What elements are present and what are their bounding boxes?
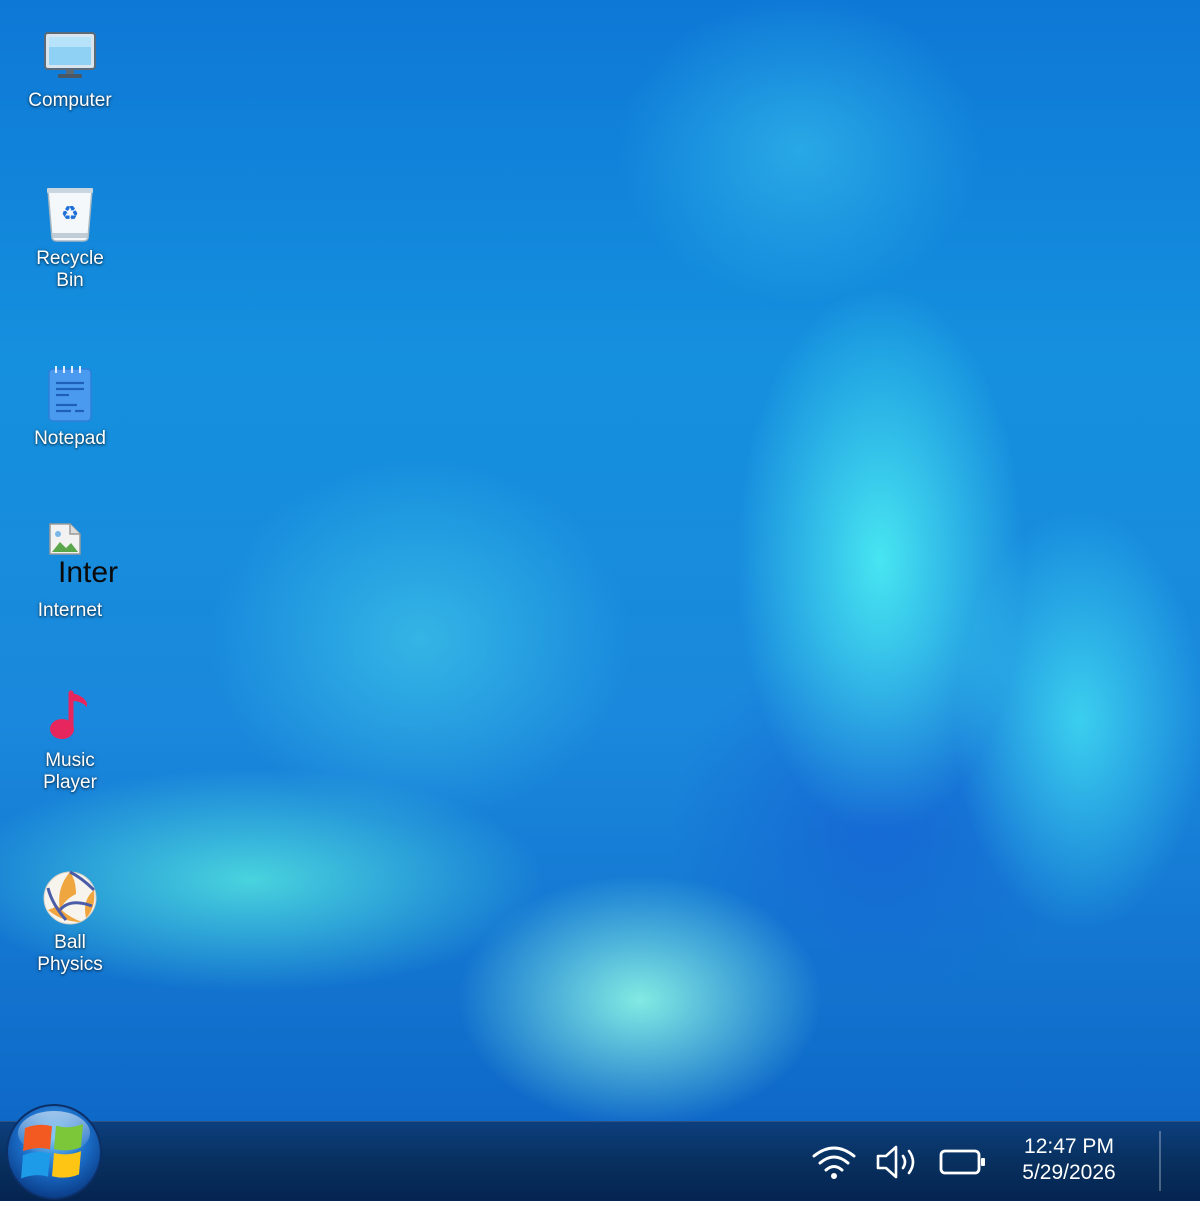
- clock-time: 12:47 PM: [1024, 1135, 1114, 1158]
- desktop-background[interactable]: Computer ♻ Recycle Bin Notepad Inter Int…: [0, 0, 1200, 1200]
- notepad-icon: [42, 366, 98, 422]
- desktop-icon-computer[interactable]: Computer: [10, 28, 130, 112]
- speaker-icon[interactable]: [872, 1140, 922, 1184]
- recycle-bin-icon: ♻: [42, 186, 98, 242]
- desktop-icon-label: Internet: [37, 600, 103, 621]
- show-desktop-divider[interactable]: [1159, 1131, 1161, 1191]
- windows-logo-icon: [6, 1104, 102, 1200]
- desktop-icon-label: Computer: [28, 90, 112, 111]
- broken-image-alt-text: Inter: [58, 556, 119, 589]
- taskbar-clock[interactable]: 12:47 PM 5/29/2026: [1004, 1134, 1134, 1186]
- start-button[interactable]: [5, 1103, 103, 1201]
- music-note-icon: [42, 688, 98, 744]
- battery-icon[interactable]: [936, 1140, 988, 1184]
- volleyball-icon: [42, 870, 98, 926]
- desktop-icon-internet[interactable]: Inter Internet: [10, 522, 130, 622]
- svg-text:♻: ♻: [61, 201, 79, 225]
- desktop-icon-notepad[interactable]: Notepad: [10, 366, 130, 450]
- monitor-icon: [42, 28, 98, 84]
- desktop-icon-label: Notepad: [34, 428, 106, 449]
- desktop-icon-label: Ball Physics: [37, 932, 103, 975]
- broken-image-icon: Inter: [30, 522, 118, 594]
- desktop-icon-music-player[interactable]: Music Player: [10, 688, 130, 794]
- desktop-icon-label: Music Player: [43, 750, 97, 793]
- wifi-icon[interactable]: [810, 1140, 858, 1184]
- desktop-icon-label: Recycle Bin: [36, 248, 104, 291]
- clock-date: 5/29/2026: [1022, 1161, 1116, 1184]
- desktop-icon-ball-physics[interactable]: Ball Physics: [10, 870, 130, 976]
- desktop-icon-recycle-bin[interactable]: ♻ Recycle Bin: [10, 186, 130, 292]
